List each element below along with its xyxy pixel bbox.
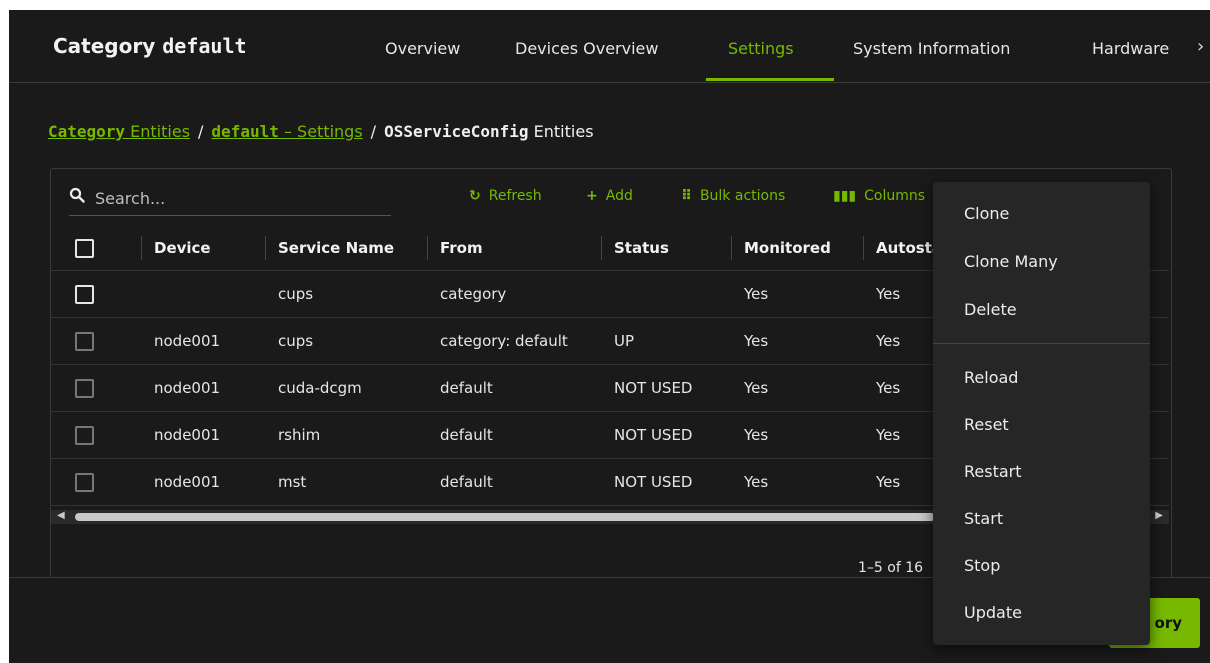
- menu-item-stop[interactable]: Stop: [964, 556, 1000, 575]
- add-button[interactable]: + Add: [586, 188, 633, 204]
- cell-monitored: Yes: [731, 411, 863, 459]
- scroll-left-arrow-icon[interactable]: ◀: [57, 510, 65, 521]
- menu-item-delete[interactable]: Delete: [964, 300, 1017, 319]
- columns-button[interactable]: ▮▮▮ Columns: [833, 188, 925, 204]
- menu-divider: [933, 343, 1150, 344]
- cell-from: default: [427, 458, 601, 506]
- grid-dots-icon: ⠿: [681, 188, 692, 204]
- cell-service: rshim: [265, 411, 427, 459]
- row-checkbox[interactable]: [75, 331, 94, 351]
- cell-monitored: Yes: [731, 270, 863, 318]
- cell-device: node001: [141, 317, 265, 365]
- menu-item-start[interactable]: Start: [964, 509, 1003, 528]
- cell-monitored: Yes: [731, 458, 863, 506]
- header-device[interactable]: Device: [141, 226, 265, 271]
- scroll-right-arrow-icon[interactable]: ▶: [1155, 510, 1163, 521]
- cell-service: mst: [265, 458, 427, 506]
- bulk-actions-button[interactable]: ⠿ Bulk actions: [681, 188, 785, 204]
- tab-devices-overview[interactable]: Devices Overview: [515, 39, 658, 58]
- active-tab-indicator: [706, 78, 834, 81]
- menu-item-reload[interactable]: Reload: [964, 368, 1018, 387]
- cell-monitored: Yes: [731, 364, 863, 412]
- menu-item-update[interactable]: Update: [964, 603, 1022, 622]
- cell-status: UP: [601, 317, 731, 365]
- tab-hardware[interactable]: Hardware: [1092, 39, 1169, 58]
- cell-service: cups: [265, 270, 427, 318]
- refresh-button[interactable]: ↻ Refresh: [469, 188, 542, 204]
- refresh-icon: ↻: [469, 188, 481, 204]
- plus-icon: +: [586, 188, 598, 204]
- menu-item-clone[interactable]: Clone: [964, 204, 1009, 223]
- cell-device: node001: [141, 458, 265, 506]
- tab-system-information[interactable]: System Information: [853, 39, 1010, 58]
- pagination-range: 1–5 of 16: [858, 560, 924, 576]
- breadcrumb: Category Entities / default – Settings / OSS…: [48, 122, 594, 141]
- cell-from: default: [427, 411, 601, 459]
- cell-status: NOT USED: [601, 458, 731, 506]
- page-title: Category default: [53, 34, 247, 58]
- search-input[interactable]: [93, 185, 387, 211]
- row-select-cell: [51, 411, 141, 459]
- cell-status: NOT USED: [601, 411, 731, 459]
- menu-item-reset[interactable]: Reset: [964, 415, 1009, 434]
- cell-from: default: [427, 364, 601, 412]
- row-checkbox[interactable]: [75, 284, 94, 304]
- select-all-cell: [51, 226, 141, 271]
- cell-service: cuda-dcgm: [265, 364, 427, 412]
- search-box: [69, 183, 391, 216]
- row-checkbox[interactable]: [75, 425, 94, 445]
- chevron-right-icon[interactable]: ›: [1197, 36, 1204, 57]
- row-select-cell: [51, 317, 141, 365]
- header-monitored[interactable]: Monitored: [731, 226, 863, 271]
- cell-device: node001: [141, 364, 265, 412]
- header-from[interactable]: From: [427, 226, 601, 271]
- breadcrumb-category-link[interactable]: Category Entities: [48, 122, 190, 141]
- row-select-cell: [51, 270, 141, 318]
- select-all-checkbox[interactable]: [75, 238, 94, 258]
- menu-item-clone-many[interactable]: Clone Many: [964, 252, 1058, 271]
- header-status[interactable]: Status: [601, 226, 731, 271]
- tab-settings[interactable]: Settings: [728, 39, 794, 58]
- cell-from: category: default: [427, 317, 601, 365]
- cell-service: cups: [265, 317, 427, 365]
- cell-monitored: Yes: [731, 317, 863, 365]
- columns-icon: ▮▮▮: [833, 188, 857, 204]
- search-icon: [69, 187, 85, 208]
- row-checkbox[interactable]: [75, 472, 94, 492]
- menu-item-restart[interactable]: Restart: [964, 462, 1022, 481]
- header-service-name[interactable]: Service Name: [265, 226, 427, 271]
- page-title-prefix: Category: [53, 34, 156, 58]
- cell-status: [601, 270, 731, 318]
- app-window: Category default Overview Devices Overvi…: [9, 10, 1210, 663]
- cell-from: category: [427, 270, 601, 318]
- row-select-cell: [51, 364, 141, 412]
- cell-device: node001: [141, 411, 265, 459]
- cell-device: [141, 270, 265, 318]
- breadcrumb-current: OSServiceConfig Entities: [384, 122, 594, 141]
- page-header: Category default Overview Devices Overvi…: [9, 10, 1210, 83]
- breadcrumb-default-settings-link[interactable]: default – Settings: [211, 122, 362, 141]
- bulk-actions-menu: Clone Clone Many Delete Reload Reset Res…: [933, 182, 1150, 645]
- scrollbar-thumb[interactable]: [75, 513, 935, 521]
- row-checkbox[interactable]: [75, 378, 94, 398]
- page-title-name: default: [162, 34, 247, 58]
- cell-status: NOT USED: [601, 364, 731, 412]
- tab-overview[interactable]: Overview: [385, 39, 460, 58]
- row-select-cell: [51, 458, 141, 506]
